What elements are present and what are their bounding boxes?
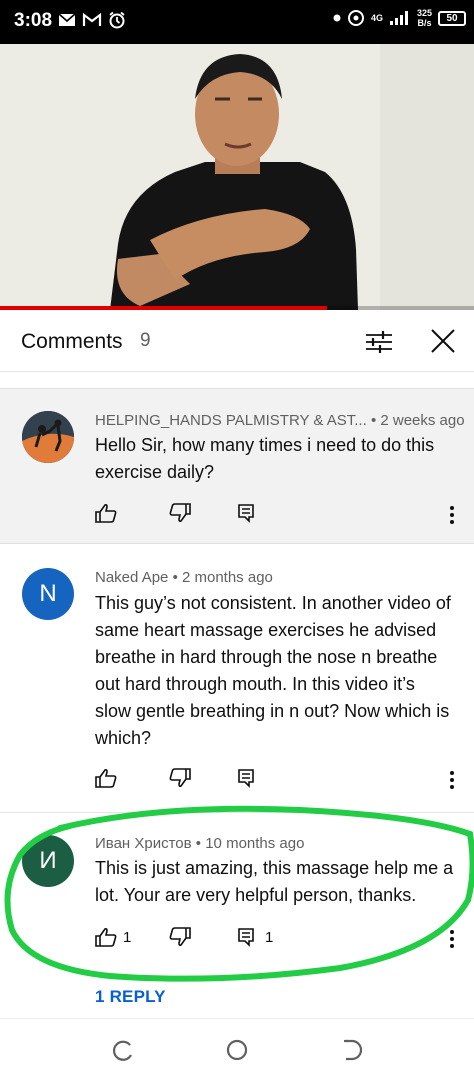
avatar[interactable]: N	[22, 568, 74, 620]
comment-time: • 2 weeks ago	[370, 412, 465, 429]
reply-button[interactable]	[237, 768, 255, 788]
more-vert-icon	[450, 771, 454, 789]
notification-icons	[58, 11, 126, 29]
thumbs-up-icon	[95, 927, 117, 947]
comments-header: Comments 9	[0, 310, 474, 372]
home-icon	[226, 1039, 248, 1061]
back-icon	[344, 1039, 363, 1061]
video-player[interactable]	[0, 44, 474, 310]
status-time: 3:08	[14, 10, 53, 31]
more-options-button[interactable]	[444, 503, 460, 527]
avatar[interactable]	[22, 411, 74, 463]
comment-actions: 1 1	[95, 927, 460, 951]
avatar-letter: И	[39, 847, 57, 874]
thumbs-up-icon	[95, 503, 117, 523]
comment-item: HELPING_HANDS PALMISTRY & AST... • 2 wee…	[0, 388, 474, 544]
video-frame	[0, 44, 474, 310]
comment-text: Hello Sir, how many times i need to do t…	[95, 435, 435, 482]
dislike-button[interactable]	[169, 503, 191, 523]
home-button[interactable]	[224, 1037, 250, 1063]
network-speed: 325 B/s	[416, 8, 432, 28]
reply-count: 1	[265, 928, 274, 946]
close-icon	[431, 329, 455, 353]
signal-icon	[389, 11, 408, 25]
avatar[interactable]: И	[22, 835, 74, 887]
comment-author[interactable]: Naked Ape	[95, 569, 168, 586]
reply-button[interactable]: 1	[237, 927, 273, 947]
more-vert-icon	[450, 930, 454, 948]
status-bar: 3:08 4G 325 B/s 50	[0, 0, 474, 44]
thumbs-down-icon	[169, 503, 191, 523]
thumbs-up-icon	[95, 768, 117, 788]
message-icon	[58, 13, 76, 26]
comment-actions	[95, 503, 460, 527]
more-vert-icon	[450, 506, 454, 524]
sliders-icon	[366, 331, 392, 353]
comment-time: • 2 months ago	[172, 569, 273, 586]
more-options-button[interactable]	[444, 768, 460, 792]
comment-meta: HELPING_HANDS PALMISTRY & AST... • 2 wee…	[95, 412, 465, 429]
dislike-button[interactable]	[169, 927, 191, 947]
reply-button[interactable]	[237, 503, 255, 523]
back-button[interactable]	[340, 1037, 366, 1063]
like-button[interactable]	[95, 768, 117, 788]
like-count: 1	[123, 928, 132, 946]
system-nav-bar	[0, 1018, 474, 1080]
like-button[interactable]: 1	[95, 927, 131, 947]
comment-item: И Иван Христов • 10 months ago This is j…	[0, 814, 474, 1014]
battery-icon: 50	[438, 10, 466, 26]
comment-author[interactable]: Иван Христов	[95, 835, 192, 852]
comment-icon	[238, 769, 254, 788]
like-button[interactable]	[95, 503, 117, 523]
hotspot-icon	[347, 10, 364, 26]
close-button[interactable]	[428, 326, 458, 356]
sort-filter-button[interactable]	[364, 328, 394, 356]
comment-icon	[238, 504, 254, 523]
thumbs-down-icon	[169, 927, 191, 947]
comment-meta: Иван Христов • 10 months ago	[95, 835, 304, 852]
comment-icon	[238, 928, 254, 947]
alarm-icon	[109, 11, 125, 29]
avatar-letter: N	[39, 580, 57, 607]
comments-count: 9	[140, 330, 151, 351]
comment-item: N Naked Ape • 2 months ago This guy’s no…	[0, 545, 474, 813]
comment-text: This guy’s not consistent. In another vi…	[95, 593, 451, 748]
more-options-button[interactable]	[444, 927, 460, 951]
comment-text: This is just amazing, this massage help …	[95, 858, 454, 905]
recents-button[interactable]	[110, 1037, 136, 1063]
comments-title: Comments	[21, 330, 123, 353]
comment-meta: Naked Ape • 2 months ago	[95, 569, 273, 586]
status-right-icons: 4G 325 B/s 50	[333, 8, 466, 28]
recents-icon	[112, 1040, 132, 1061]
thumbs-down-icon	[169, 768, 191, 788]
dot-icon	[333, 14, 341, 22]
network-type: 4G	[370, 13, 383, 23]
view-replies-link[interactable]: 1 REPLY	[95, 987, 166, 1007]
gmail-icon	[82, 13, 102, 26]
comment-time: • 10 months ago	[195, 835, 305, 852]
comment-actions	[95, 768, 460, 792]
comment-author[interactable]: HELPING_HANDS PALMISTRY & AST...	[95, 412, 367, 429]
dislike-button[interactable]	[169, 768, 191, 788]
avatar-image	[22, 411, 74, 463]
